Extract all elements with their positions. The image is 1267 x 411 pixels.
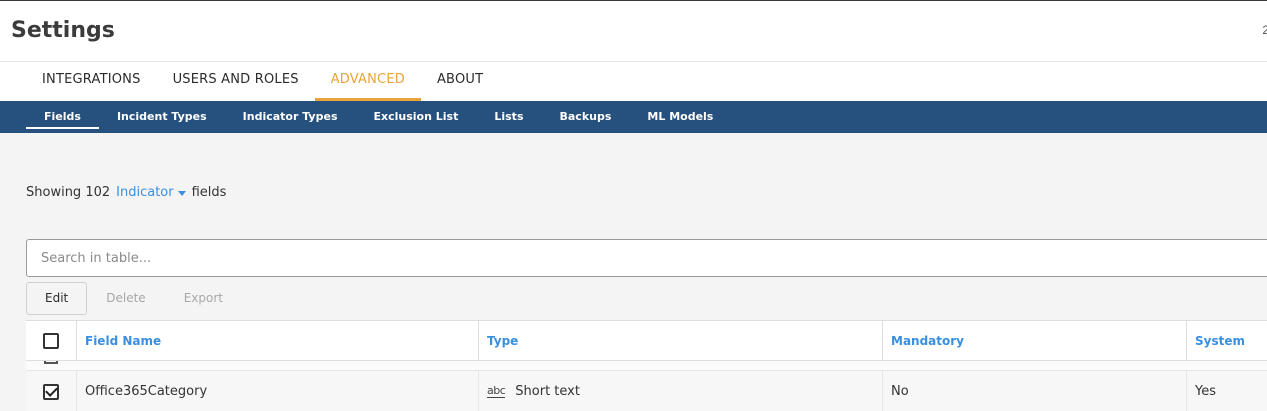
showing-suffix: fields: [191, 185, 227, 200]
tab-advanced[interactable]: ADVANCED: [314, 62, 421, 101]
table-row[interactable]: Office365Category abc Short text No Yes: [26, 371, 1267, 411]
header-edge-text: 2: [1262, 23, 1267, 37]
export-button[interactable]: Export: [165, 282, 242, 315]
edit-button[interactable]: Edit: [26, 282, 88, 315]
cell-system: Yes: [1186, 371, 1267, 411]
fields-table: Field Name Type Mandatory System Office3…: [26, 320, 1267, 411]
cell-field-name: Office365Category: [76, 371, 478, 411]
table-toolbar: Edit Delete Export: [26, 282, 242, 315]
subtab-fields[interactable]: Fields: [26, 101, 99, 133]
tab-about[interactable]: ABOUT: [421, 62, 499, 101]
select-all-cell: [26, 321, 76, 361]
showing-count: Showing 102: [26, 185, 111, 200]
caret-down-icon: [177, 190, 186, 196]
subtab-lists[interactable]: Lists: [476, 101, 541, 133]
row-checkbox[interactable]: [44, 361, 58, 364]
page-title: Settings: [11, 18, 115, 43]
column-header-field-name[interactable]: Field Name: [76, 321, 478, 361]
column-header-mandatory[interactable]: Mandatory: [882, 321, 1186, 361]
column-header-system[interactable]: System: [1186, 321, 1267, 361]
cell-type-label: Short text: [515, 384, 580, 399]
cell-type: abc Short text: [478, 371, 882, 411]
short-text-icon: abc: [487, 384, 506, 398]
top-header: Settings 2: [0, 0, 1267, 62]
subtab-backups[interactable]: Backups: [542, 101, 630, 133]
subtab-ml-models[interactable]: ML Models: [629, 101, 731, 133]
subtab-exclusion-list[interactable]: Exclusion List: [356, 101, 477, 133]
main-tabs: INTEGRATIONS USERS AND ROLES ADVANCED AB…: [0, 62, 1267, 101]
cell-mandatory: No: [882, 371, 1186, 411]
subtab-incident-types[interactable]: Incident Types: [99, 101, 225, 133]
delete-button[interactable]: Delete: [87, 282, 164, 315]
table-header: Field Name Type Mandatory System: [26, 321, 1267, 361]
select-all-checkbox[interactable]: [43, 333, 59, 349]
column-header-type[interactable]: Type: [478, 321, 882, 361]
row-checkbox[interactable]: [43, 383, 59, 400]
field-type-dropdown[interactable]: Indicator: [116, 185, 186, 200]
advanced-sub-nav: Fields Incident Types Indicator Types Ex…: [0, 101, 1267, 133]
tab-integrations[interactable]: INTEGRATIONS: [26, 62, 157, 101]
row-select-cell: [26, 371, 76, 411]
field-type-value: Indicator: [116, 185, 174, 200]
table-row: [26, 361, 1267, 371]
table-search-input[interactable]: [26, 239, 1267, 277]
settings-page: Settings 2 INTEGRATIONS USERS AND ROLES …: [0, 0, 1267, 411]
showing-summary: Showing 102 Indicator fields: [26, 185, 226, 200]
subtab-indicator-types[interactable]: Indicator Types: [225, 101, 356, 133]
tab-users-and-roles[interactable]: USERS AND ROLES: [157, 62, 315, 101]
